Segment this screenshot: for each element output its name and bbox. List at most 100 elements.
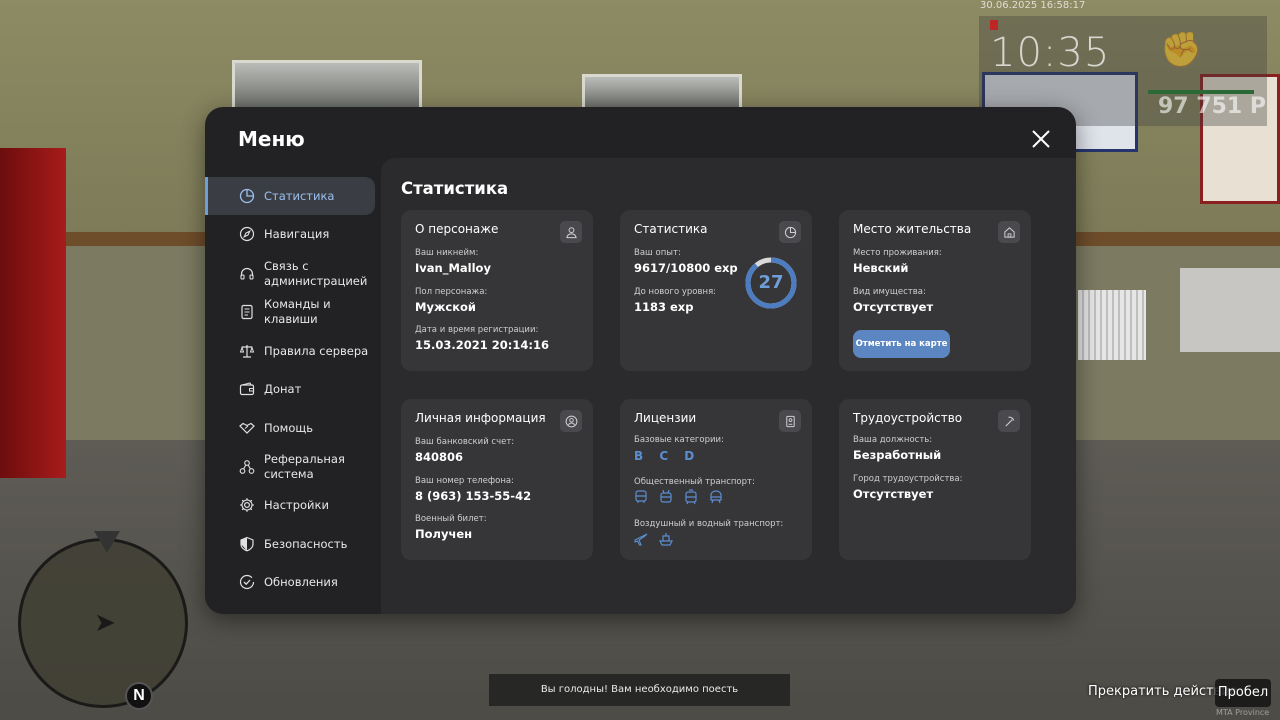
minimap-north-marker	[94, 531, 120, 553]
watermark: MTA Province	[1216, 708, 1270, 717]
gender-label: Пол персонажа:	[415, 287, 488, 297]
phone-value: 8 (963) 153-55-42	[415, 489, 532, 503]
sidebar-item-security[interactable]: Безопасность	[205, 525, 375, 563]
position-label: Ваша должность:	[853, 435, 933, 445]
headset-icon	[238, 266, 255, 283]
scales-icon	[238, 343, 255, 360]
bank-account-label: Ваш банковский счет:	[415, 437, 515, 447]
sidebar-item-updates[interactable]: Обновления	[205, 563, 375, 601]
sidebar-item-label: Обновления	[264, 574, 338, 589]
card-title: Трудоустройство	[853, 411, 963, 425]
sidebar-item-admin-contact[interactable]: Связь с администрацией	[205, 255, 375, 293]
sidebar: Статистика Навигация Связь с администрац…	[205, 175, 381, 614]
next-level-value: 1183 exp	[634, 300, 694, 314]
handshake-icon	[238, 420, 255, 437]
card-title: О персонаже	[415, 222, 499, 236]
gender-value: Мужской	[415, 300, 476, 314]
menu-window: Меню Статистика Навигация Связь с админи…	[205, 107, 1076, 614]
profile-circle-icon	[560, 410, 582, 432]
close-button[interactable]	[1029, 127, 1053, 151]
sidebar-item-label: Безопасность	[264, 536, 348, 551]
level-number: 27	[758, 272, 784, 293]
base-categories-value: B C D	[634, 449, 701, 463]
red-cabinet	[0, 148, 66, 478]
sidebar-item-statistics[interactable]: Статистика	[205, 177, 375, 215]
residence-place-label: Место проживания:	[853, 248, 942, 258]
metro-train-icon	[708, 489, 724, 505]
nickname-value: Ivan_Malloy	[415, 261, 491, 275]
compass-icon	[238, 226, 255, 243]
residence-card: Место жительства Место проживания: Невск…	[839, 210, 1031, 371]
work-city-label: Город трудоустройства:	[853, 474, 963, 484]
hunger-notification: Вы голодны! Вам необходимо поесть	[489, 674, 790, 706]
menu-title: Меню	[238, 127, 305, 151]
licenses-card: Лицензии Базовые категории: B C D Общест…	[620, 399, 812, 560]
bench	[1180, 268, 1280, 352]
military-id-value: Получен	[415, 527, 473, 541]
space-key-button[interactable]: Пробел	[1215, 679, 1271, 707]
wallet-icon	[238, 381, 255, 398]
sidebar-item-label: Связь с администрацией	[264, 259, 368, 288]
hud-clock: 10:35	[990, 30, 1111, 76]
fist-icon: ✊	[1160, 30, 1203, 70]
property-value: Отсутствует	[853, 300, 934, 314]
sidebar-item-donate[interactable]: Донат	[205, 370, 375, 408]
sidebar-item-label: Помощь	[264, 420, 314, 435]
bank-account-value: 840806	[415, 450, 464, 464]
sidebar-item-commands[interactable]: Команды и клавиши	[205, 293, 375, 331]
exp-label: Ваш опыт:	[634, 248, 681, 258]
public-transport-label: Общественный транспорт:	[634, 477, 755, 487]
statistics-content: Статистика О персонаже Ваш никнейм: Ivan…	[381, 158, 1076, 614]
hud-timestamp: 30.06.2025 16:58:17	[980, 0, 1086, 11]
bus-icon	[633, 489, 649, 505]
sidebar-item-help[interactable]: Помощь	[205, 409, 375, 447]
registration-value: 15.03.2021 20:14:16	[415, 338, 549, 352]
sidebar-item-label: Команды и клавиши	[264, 297, 331, 326]
card-title: Статистика	[634, 222, 708, 236]
sidebar-item-label: Реферальная система	[264, 452, 345, 481]
card-title: Лицензии	[634, 411, 697, 425]
property-label: Вид имущества:	[853, 287, 926, 297]
card-title: Место жительства	[853, 222, 972, 236]
mark-on-map-button[interactable]: Отметить на карте	[853, 330, 950, 358]
nickname-label: Ваш никнейм:	[415, 248, 479, 258]
sidebar-item-navigation[interactable]: Навигация	[205, 215, 375, 253]
sidebar-item-settings[interactable]: Настройки	[205, 486, 375, 524]
character-card: О персонаже Ваш никнейм: Ivan_Malloy Пол…	[401, 210, 593, 371]
card-title: Личная информация	[415, 411, 546, 425]
stats-card: Статистика Ваш опыт: 9617/10800 exp До н…	[620, 210, 812, 371]
trash-basket	[1078, 290, 1146, 360]
document-icon	[238, 304, 255, 321]
trolleybus-icon	[658, 489, 674, 505]
tram-icon	[683, 489, 699, 505]
position-value: Безработный	[853, 448, 942, 462]
gear-icon	[238, 497, 255, 514]
base-categories-label: Базовые категории:	[634, 435, 724, 445]
air-water-transport-icons	[633, 531, 674, 547]
sidebar-item-label: Правила сервера	[264, 343, 369, 358]
boat-icon	[658, 531, 674, 547]
content-title: Статистика	[401, 179, 509, 198]
pie-chart-icon	[779, 221, 801, 243]
phone-label: Ваш номер телефона:	[415, 476, 514, 486]
hud-indicator	[990, 20, 998, 30]
close-icon	[1032, 130, 1050, 148]
airplane-icon	[633, 531, 649, 547]
air-water-transport-label: Воздушный и водный транспорт:	[634, 519, 784, 529]
sidebar-item-referral[interactable]: Реферальная система	[205, 448, 375, 486]
sidebar-item-label: Настройки	[264, 497, 329, 512]
residence-place-value: Невский	[853, 261, 909, 275]
shield-icon	[238, 536, 255, 553]
license-card-icon	[779, 410, 801, 432]
pickaxe-icon	[998, 410, 1020, 432]
registration-label: Дата и время регистрации:	[415, 325, 539, 335]
next-level-label: До нового уровня:	[634, 287, 717, 297]
compass-north-label: N	[125, 682, 153, 710]
employment-card: Трудоустройство Ваша должность: Безработ…	[839, 399, 1031, 560]
home-icon	[998, 221, 1020, 243]
military-id-label: Военный билет:	[415, 514, 487, 524]
sidebar-item-server-rules[interactable]: Правила сервера	[205, 332, 375, 370]
network-icon	[238, 459, 255, 476]
work-city-value: Отсутствует	[853, 487, 934, 501]
exp-value: 9617/10800 exp	[634, 261, 738, 275]
